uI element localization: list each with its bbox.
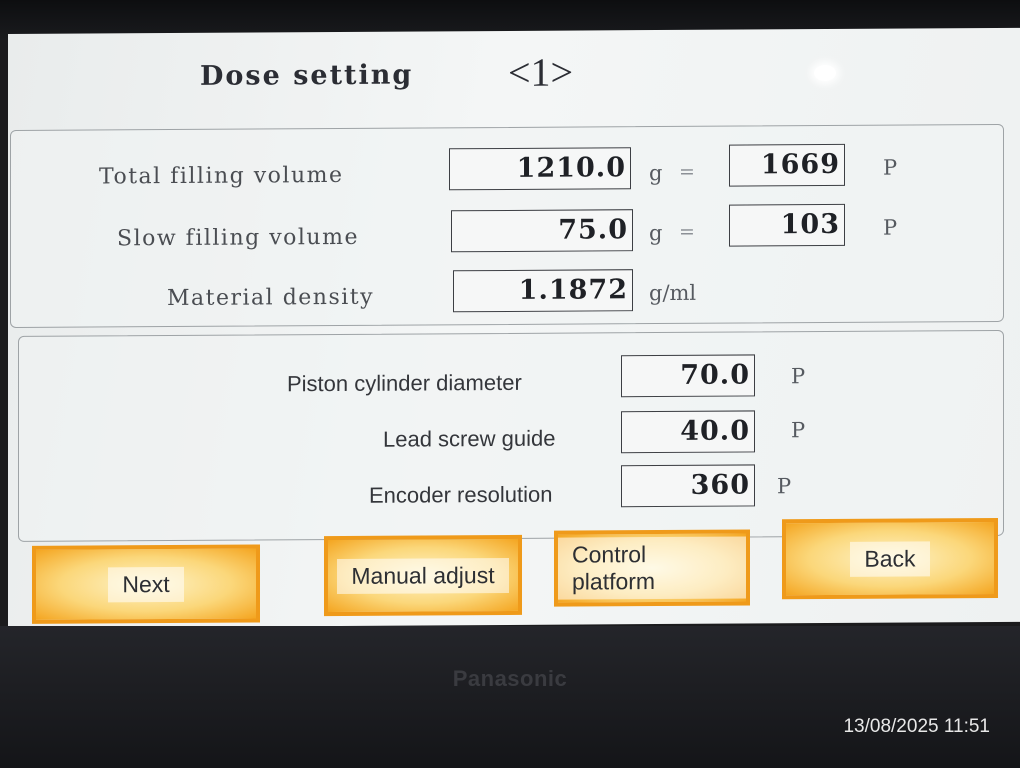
material-density-input[interactable]: 1.1872 [453, 269, 633, 313]
back-button-label: Back [850, 540, 930, 577]
slow-filling-volume-unit: g [649, 221, 663, 246]
material-density-unit: g/ml [649, 280, 697, 306]
piston-cylinder-diameter-input[interactable]: 70.0 [621, 354, 755, 398]
page-title: Dose setting [200, 59, 414, 92]
slow-filling-volume-input[interactable]: 75.0 [451, 209, 633, 253]
total-filling-volume-unit: g [649, 161, 663, 186]
slow-filling-equals: = [679, 220, 695, 243]
manual-adjust-button[interactable]: Manual adjust [324, 534, 522, 617]
next-button-label: Next [108, 566, 184, 602]
dose-panel: Total filling volume 1210.0 g = 1669 P S… [10, 123, 1004, 328]
control-platform-button-label: Control platform [558, 536, 746, 600]
photo-timestamp: 13/08/2025 11:51 [843, 716, 990, 737]
total-filling-pulse-value[interactable]: 1669 [729, 143, 845, 187]
bezel-bottom [0, 626, 1020, 768]
total-filling-equals: = [679, 160, 695, 183]
material-density-label: Material density [167, 284, 375, 312]
lead-screw-guide-label: Lead screw guide [383, 425, 556, 452]
slow-filling-volume-label: Slow filling volume [117, 224, 359, 252]
hmi-screen: Dose setting <1> Total filling volume 12… [8, 27, 1020, 628]
total-filling-pulse-unit: P [883, 155, 898, 180]
brand-logo: Panasonic [452, 666, 568, 691]
lead-screw-guide-unit: P [791, 418, 806, 443]
mechanics-panel: Piston cylinder diameter 70.0 P Lead scr… [18, 329, 1004, 542]
slow-filling-pulse-value[interactable]: 103 [729, 203, 845, 247]
total-filling-volume-label: Total filling volume [99, 162, 344, 190]
encoder-resolution-label: Encoder resolution [369, 481, 553, 508]
total-filling-volume-input[interactable]: 1210.0 [449, 147, 631, 191]
slow-filling-pulse-unit: P [883, 215, 898, 240]
manual-adjust-button-label: Manual adjust [337, 557, 509, 594]
back-button[interactable]: Back [782, 517, 998, 600]
encoder-resolution-unit: P [777, 474, 792, 499]
lead-screw-guide-input[interactable]: 40.0 [621, 410, 755, 454]
control-platform-button[interactable]: Control platform [554, 529, 750, 607]
glare-reflection [814, 64, 836, 82]
next-button[interactable]: Next [32, 544, 260, 624]
encoder-resolution-input[interactable]: 360 [621, 464, 755, 508]
piston-cylinder-diameter-unit: P [791, 364, 806, 389]
piston-cylinder-diameter-label: Piston cylinder diameter [287, 369, 522, 397]
page-indicator[interactable]: <1> [508, 49, 573, 96]
